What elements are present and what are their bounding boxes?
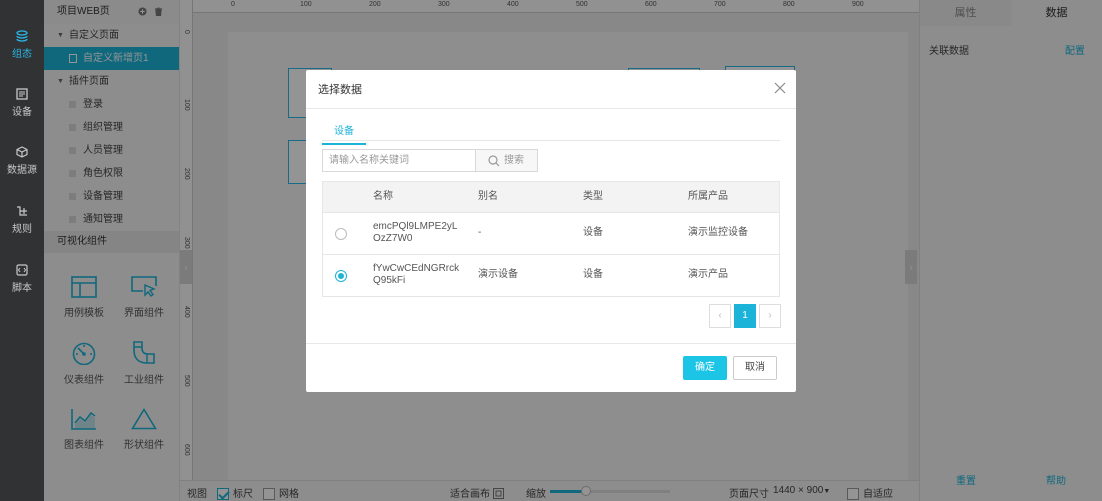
- device-name-line: Q95kFi: [373, 275, 406, 286]
- device-product: 演示产品: [688, 269, 728, 280]
- radio-selected[interactable]: [335, 270, 347, 282]
- search-input[interactable]: 请输入名称关键词: [322, 149, 476, 172]
- divider: [306, 343, 796, 344]
- nav-item-config[interactable]: 组态: [0, 30, 44, 78]
- cube-icon: [16, 146, 28, 158]
- table-row[interactable]: emcPQl9LMPE2yL OzZ7W0 - 设备 演示监控设备: [323, 212, 779, 254]
- nav-item-device[interactable]: 设备: [0, 88, 44, 136]
- select-data-dialog: 选择数据 设备 请输入名称关键词 搜索 名称 别名 类型 所属产品 emcPQl…: [306, 70, 796, 392]
- divider: [322, 140, 780, 141]
- search-button[interactable]: 搜索: [476, 149, 538, 172]
- left-nav: 组态 设备 数据源 规则 脚本: [0, 0, 44, 501]
- column-header: 名称: [373, 191, 393, 202]
- device-name-line: fYwCwCEdNGRrck: [373, 263, 460, 274]
- radio-unselected[interactable]: [335, 228, 347, 240]
- dialog-title: 选择数据: [318, 84, 362, 96]
- page-number-button[interactable]: 1: [734, 304, 756, 328]
- script-icon: [16, 264, 28, 276]
- confirm-button[interactable]: 确定: [683, 356, 727, 380]
- nav-label: 数据源: [7, 165, 37, 176]
- rule-icon: [17, 206, 27, 216]
- column-header: 别名: [478, 191, 498, 202]
- device-type: 设备: [583, 269, 603, 280]
- device-icon: [16, 88, 28, 100]
- nav-item-rules[interactable]: 规则: [0, 205, 44, 253]
- device-name: emcPQl9LMPE2yL OzZ7W0: [373, 221, 457, 245]
- cancel-button[interactable]: 取消: [733, 356, 777, 380]
- close-icon[interactable]: [774, 82, 786, 94]
- device-product: 演示监控设备: [688, 227, 748, 238]
- prev-page-button[interactable]: ‹: [709, 304, 731, 328]
- device-name-line: OzZ7W0: [373, 233, 413, 244]
- layers-icon: [16, 30, 28, 42]
- device-alias: -: [478, 227, 482, 238]
- nav-label: 设备: [12, 107, 32, 118]
- table-row[interactable]: fYwCwCEdNGRrck Q95kFi 演示设备 设备 演示产品: [323, 254, 779, 296]
- divider: [306, 108, 796, 109]
- next-page-button[interactable]: ›: [759, 304, 781, 328]
- column-header: 类型: [583, 191, 603, 202]
- device-table: 名称 别名 类型 所属产品 emcPQl9LMPE2yL OzZ7W0 - 设备 …: [322, 181, 780, 297]
- nav-item-script[interactable]: 脚本: [0, 264, 44, 312]
- search-icon: [488, 155, 500, 167]
- table-header: 名称 别名 类型 所属产品: [323, 182, 779, 212]
- nav-item-datasource[interactable]: 数据源: [0, 146, 44, 194]
- device-name-line: emcPQl9LMPE2yL: [373, 221, 458, 232]
- device-type: 设备: [583, 227, 603, 238]
- column-header: 所属产品: [688, 191, 728, 202]
- tab-device[interactable]: 设备: [322, 122, 366, 145]
- device-alias: 演示设备: [478, 269, 518, 280]
- nav-label: 组态: [12, 49, 32, 60]
- nav-label: 规则: [12, 224, 32, 235]
- search-button-label: 搜索: [504, 155, 524, 166]
- nav-label: 脚本: [12, 283, 32, 294]
- device-name: fYwCwCEdNGRrck Q95kFi: [373, 263, 459, 287]
